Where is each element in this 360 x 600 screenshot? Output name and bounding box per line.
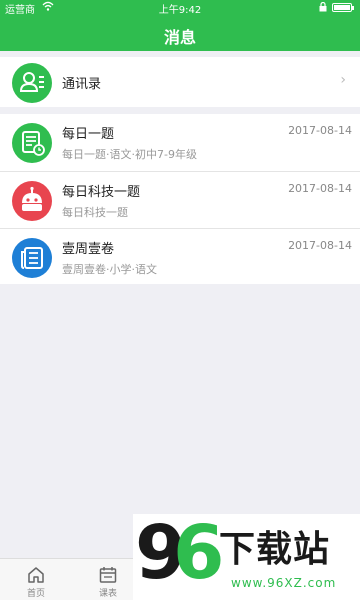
message-row-daily-tech-question[interactable]: 每日科技一题 2017-08-14 每日科技一题: [0, 171, 360, 228]
watermark-logo: 9 6 下载站 www.96XZ.com: [133, 510, 360, 600]
message-title: 每日科技一题: [62, 185, 141, 200]
calendar-icon: [98, 565, 118, 585]
message-row-daily-question[interactable]: 每日一题 2017-08-14 每日一题·语文·初中7-9年级: [0, 114, 360, 171]
contacts-label: 通讯录: [62, 77, 102, 92]
message-date: 2017-08-14: [288, 182, 352, 195]
home-icon: [26, 565, 46, 585]
message-title: 壹周壹卷: [62, 242, 115, 257]
watermark-digit-6: 6: [173, 510, 225, 596]
tab-home-label: 首页: [26, 589, 45, 599]
rotation-lock-icon: [319, 1, 327, 12]
quiz-icon: [12, 123, 52, 163]
chevron-right-icon: ›: [340, 72, 346, 88]
message-row-weekly-paper[interactable]: 壹周壹卷 2017-08-14 壹周壹卷·小学·语文: [0, 228, 360, 285]
contacts-icon: [12, 63, 52, 103]
page-title: 消息: [163, 28, 196, 47]
message-subtitle: 壹周壹卷·小学·语文: [62, 263, 157, 276]
message-date: 2017-08-14: [288, 124, 352, 137]
tab-home[interactable]: 首页: [0, 559, 72, 600]
contacts-entry[interactable]: 通讯录 ›: [0, 57, 360, 107]
watermark-url: www.96XZ.com: [231, 576, 337, 590]
status-time: 上午9:42: [158, 5, 202, 16]
nav-bar: 消息: [0, 16, 360, 51]
message-date: 2017-08-14: [288, 239, 352, 252]
message-list: 每日一题 2017-08-14 每日一题·语文·初中7-9年级 每日科技一题 2…: [0, 114, 360, 284]
message-title: 每日一题: [62, 127, 115, 142]
battery-icon: [332, 3, 354, 12]
status-bar: 运营商 上午9:42: [0, 0, 360, 16]
robot-icon: [12, 181, 52, 221]
message-subtitle: 每日科技一题: [62, 206, 128, 219]
paper-icon: [12, 238, 52, 278]
message-subtitle: 每日一题·语文·初中7-9年级: [62, 148, 197, 161]
watermark-brand: 下载站: [219, 529, 331, 570]
